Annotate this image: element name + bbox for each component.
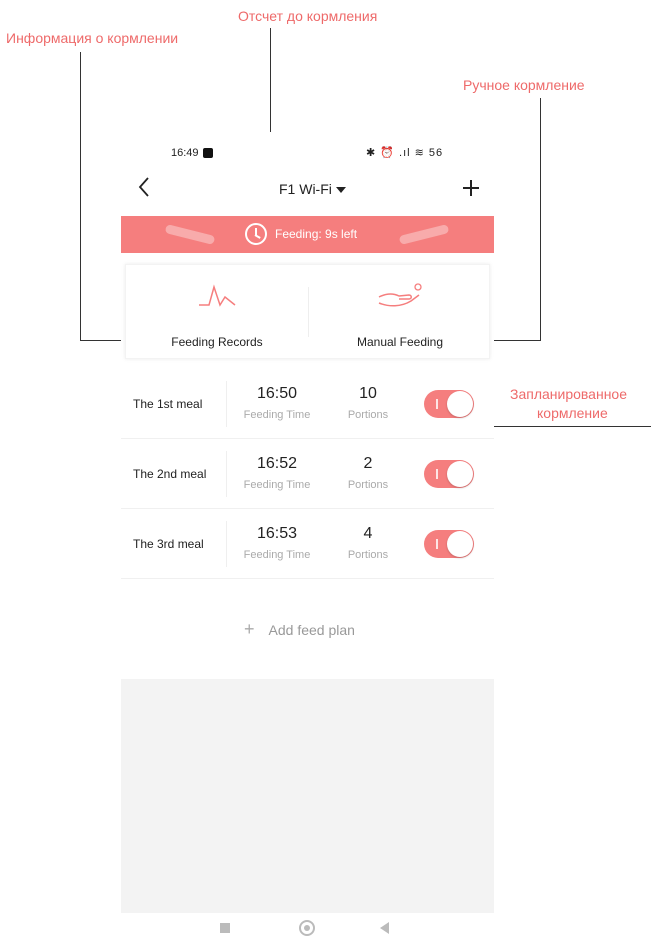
meal-name: The 2nd meal [133,467,207,481]
banner-decoration [398,224,450,245]
meal-toggle[interactable] [424,460,474,488]
notification-icon [203,148,213,158]
meal-toggle[interactable] [424,530,474,558]
feeding-countdown-banner: Feeding: 9s left [121,216,494,253]
annotation-scheduled-1: Запланированное [510,386,628,402]
pulse-icon [199,284,236,307]
add-device-button[interactable] [459,172,483,204]
meal-time: 16:53 [256,525,298,542]
meal-portions: 2 [363,455,373,472]
annotation-countdown: Отсчет до кормления [238,8,378,24]
meal-row[interactable]: The 3rd meal 16:53 Feeding Time 4 Portio… [121,509,494,579]
meal-toggle[interactable] [424,390,474,418]
meal-divider [226,381,227,427]
meal-row[interactable]: The 1st meal 16:50 Feeding Time 10 Porti… [121,369,494,439]
back-button[interactable] [137,176,161,204]
banner-decoration [164,224,216,245]
meal-portions-label: Portions [347,409,389,421]
device-selector[interactable]: F1 Wi-Fi [279,181,346,197]
meal-portions: 4 [363,525,373,542]
status-time: 16:49 [171,147,199,159]
system-nav-bar [121,913,494,943]
banner-content: Feeding: 9s left [245,223,357,245]
meal-divider [226,451,227,497]
meal-time: 16:50 [256,385,298,402]
toggle-knob [447,461,473,487]
back-nav-button[interactable] [380,922,389,934]
meal-portions: 10 [359,385,377,402]
callout-line-manual-v [540,98,541,340]
toggle-knob [447,531,473,557]
meal-divider [226,521,227,567]
empty-content-area [121,679,494,913]
status-bar: 16:49 ✱ ⏰ .ıl ≋ 56 [121,144,494,164]
status-icons: ✱ ⏰ .ıl ≋ 56 [366,147,444,159]
meal-time-label: Feeding Time [243,409,311,421]
manual-feeding-label: Manual Feeding [356,335,444,349]
hand-feed-icon [378,283,422,307]
meal-time-label: Feeding Time [243,549,311,561]
meal-portions-label: Portions [347,549,389,561]
home-button[interactable] [299,920,315,936]
feeding-records-card[interactable]: Feeding Records [126,265,308,360]
toggle-knob [447,391,473,417]
meal-portions-label: Portions [347,479,389,491]
countdown-text: Feeding: 9s left [275,227,358,241]
device-title: F1 Wi-Fi [279,181,332,197]
title-bar: F1 Wi-Fi [121,172,494,208]
meal-name: The 1st meal [133,397,203,411]
feeding-records-label: Feeding Records [171,335,263,349]
meal-time-label: Feeding Time [243,479,311,491]
add-feed-plan-button[interactable]: + Add feed plan [244,619,355,640]
toggle-on-mark [436,539,438,549]
caret-down-icon [335,187,346,194]
phone-screen: 16:49 ✱ ⏰ .ıl ≋ 56 F1 Wi-Fi Feeding: 9s … [121,132,494,943]
toggle-on-mark [436,399,438,409]
recent-apps-button[interactable] [220,923,230,933]
meal-name: The 3rd meal [133,537,204,551]
clock-icon [245,223,267,245]
callout-line-scheduled [470,426,651,427]
meal-row[interactable]: The 2nd meal 16:52 Feeding Time 2 Portio… [121,439,494,509]
manual-feeding-card[interactable]: Manual Feeding [309,265,491,360]
plus-icon: + [244,619,255,639]
meal-time: 16:52 [256,455,298,472]
meal-schedule-list: The 1st meal 16:50 Feeding Time 10 Porti… [121,369,494,579]
annotation-feeding-info: Информация о кормлении [6,30,179,46]
plus-icon [463,180,479,196]
annotation-manual-feeding: Ручное кормление [463,77,585,93]
add-feed-plan-label: Add feed plan [268,621,355,638]
annotation-scheduled-2: кормление [537,405,608,421]
feature-cards: Feeding Records Manual Feeding [125,264,490,359]
chevron-left-icon [138,177,149,197]
callout-line-feeding-info-v [80,52,81,340]
toggle-on-mark [436,469,438,479]
